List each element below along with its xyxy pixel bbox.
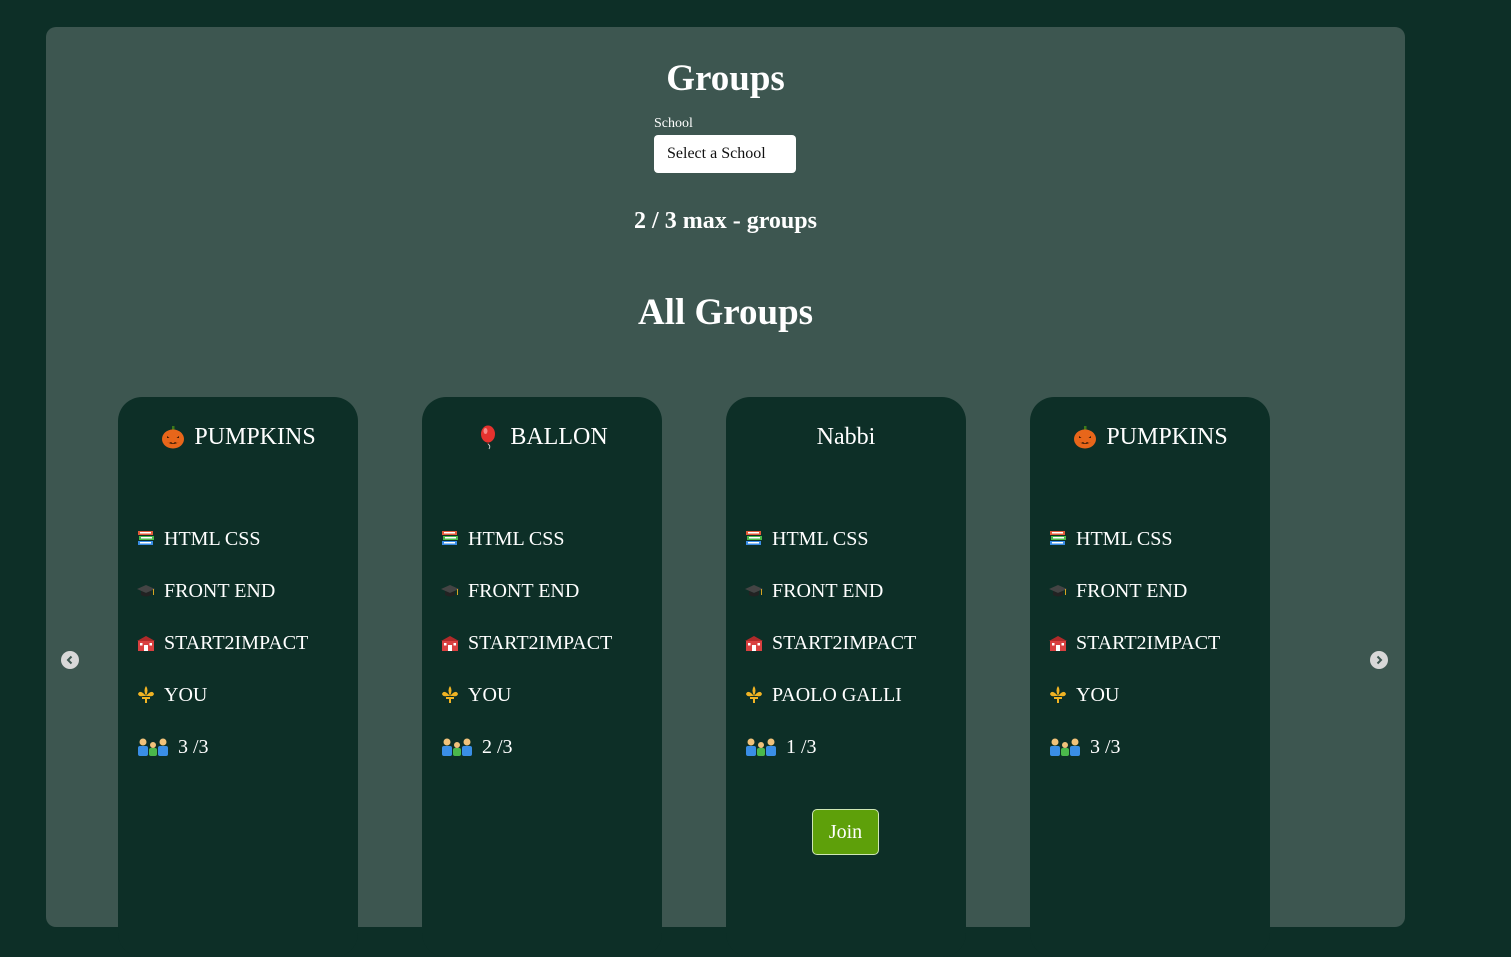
course-label: HTML CSS (772, 528, 869, 550)
books-icon (744, 529, 764, 549)
group-course: HTML CSS (440, 527, 565, 551)
group-school: START2IMPACT (136, 631, 308, 655)
group-card: Nabbi HTML CSS FRONT END START2IMPACT PA… (726, 397, 966, 957)
course-label: HTML CSS (1076, 528, 1173, 550)
pumpkin-icon (162, 426, 185, 449)
groups-panel: Groups School Select a School 2 / 3 max … (46, 27, 1405, 957)
course-label: HTML CSS (468, 528, 565, 550)
family-icon (136, 737, 170, 757)
owner-name: PAOLO GALLI (772, 684, 902, 706)
school-building-icon (1048, 633, 1068, 653)
join-button[interactable]: Join (812, 809, 879, 855)
owner-name: YOU (1076, 684, 1120, 706)
max-groups-counter: 2 / 3 max - groups (634, 208, 817, 234)
graduation-cap-icon (1048, 581, 1068, 601)
group-owner: PAOLO GALLI (744, 683, 902, 707)
group-members: 1 /3 (744, 735, 817, 759)
members-count: 3 /3 (178, 736, 209, 758)
group-members: 3 /3 (136, 735, 209, 759)
group-card-title: PUMPKINS (118, 421, 358, 453)
track-label: FRONT END (468, 580, 580, 602)
group-name: PUMPKINS (194, 424, 316, 450)
members-count: 1 /3 (786, 736, 817, 758)
group-card: PUMPKINS HTML CSS FRONT END START2IMPACT… (1030, 397, 1270, 957)
members-count: 3 /3 (1090, 736, 1121, 758)
group-track: FRONT END (1048, 579, 1187, 603)
all-groups-title: All Groups (637, 292, 814, 333)
group-track: FRONT END (440, 579, 579, 603)
school-building-icon (136, 633, 156, 653)
group-card-title: Nabbi (726, 421, 966, 453)
fleur-de-lis-icon (440, 685, 460, 705)
books-icon (1048, 529, 1068, 549)
carousel-prev-button[interactable] (61, 651, 79, 669)
group-name: Nabbi (816, 424, 876, 450)
group-owner: YOU (440, 683, 511, 707)
fleur-de-lis-icon (136, 685, 156, 705)
school-building-icon (744, 633, 764, 653)
carousel-next-button[interactable] (1370, 651, 1388, 669)
school-name: START2IMPACT (1076, 632, 1221, 654)
group-owner: YOU (136, 683, 207, 707)
group-members: 3 /3 (1048, 735, 1121, 759)
chevron-right-icon (1376, 655, 1383, 665)
fleur-de-lis-icon (1048, 685, 1068, 705)
group-card-title: BALLON (422, 421, 662, 453)
group-members: 2 /3 (440, 735, 513, 759)
chevron-left-icon (66, 655, 73, 665)
group-owner: YOU (1048, 683, 1119, 707)
track-label: FRONT END (1076, 580, 1188, 602)
owner-name: YOU (164, 684, 208, 706)
group-card-title: PUMPKINS (1030, 421, 1270, 453)
pumpkin-icon (1074, 426, 1097, 449)
course-label: HTML CSS (164, 528, 261, 550)
school-select[interactable]: Select a School (654, 135, 796, 173)
group-track: FRONT END (136, 579, 275, 603)
school-name: START2IMPACT (772, 632, 917, 654)
group-name: PUMPKINS (1106, 424, 1228, 450)
group-name: BALLON (510, 424, 608, 450)
school-name: START2IMPACT (468, 632, 613, 654)
school-name: START2IMPACT (164, 632, 309, 654)
graduation-cap-icon (744, 581, 764, 601)
page-title: Groups (666, 58, 785, 99)
group-school: START2IMPACT (744, 631, 916, 655)
school-building-icon (440, 633, 460, 653)
fleur-de-lis-icon (744, 685, 764, 705)
graduation-cap-icon (136, 581, 156, 601)
books-icon (136, 529, 156, 549)
owner-name: YOU (468, 684, 512, 706)
track-label: FRONT END (772, 580, 884, 602)
books-icon (440, 529, 460, 549)
group-card: PUMPKINS HTML CSS FRONT END START2IMPACT… (118, 397, 358, 957)
track-label: FRONT END (164, 580, 276, 602)
graduation-cap-icon (440, 581, 460, 601)
group-course: HTML CSS (744, 527, 869, 551)
group-track: FRONT END (744, 579, 883, 603)
balloon-icon (481, 425, 496, 450)
group-school: START2IMPACT (440, 631, 612, 655)
group-course: HTML CSS (136, 527, 261, 551)
family-icon (440, 737, 474, 757)
family-icon (744, 737, 778, 757)
family-icon (1048, 737, 1082, 757)
school-label: School (654, 116, 693, 131)
members-count: 2 /3 (482, 736, 513, 758)
group-course: HTML CSS (1048, 527, 1173, 551)
group-school: START2IMPACT (1048, 631, 1220, 655)
group-card: BALLON HTML CSS FRONT END START2IMPACT Y… (422, 397, 662, 957)
